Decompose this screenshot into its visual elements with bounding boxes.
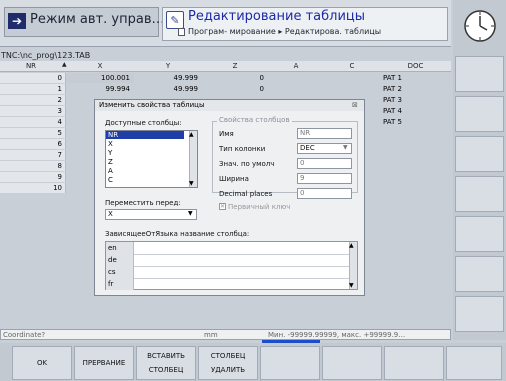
ok-button[interactable]: OK: [12, 346, 72, 380]
list-item[interactable]: C: [106, 176, 184, 184]
page-title: Редактирование таблицы: [188, 9, 366, 24]
move-before-label: Переместить перед:: [105, 199, 181, 207]
width-field[interactable]: 9: [297, 173, 352, 184]
name-label: Имя: [219, 130, 234, 138]
cell-z[interactable]: 0: [202, 84, 268, 94]
list-item[interactable]: A: [106, 167, 184, 175]
vertical-softkey-3[interactable]: [455, 136, 504, 172]
programming-mode-icon: ✎: [166, 11, 184, 29]
list-item[interactable]: Z: [106, 158, 184, 166]
insert-column-label-1: ВСТАВИТЬ: [147, 352, 185, 360]
language-row[interactable]: fr: [106, 278, 349, 290]
cell-nr: 1: [0, 84, 66, 94]
vertical-softkey-7[interactable]: [455, 296, 504, 332]
clock-icon: [464, 10, 496, 42]
cell-x[interactable]: 99.994: [66, 84, 134, 94]
available-columns-label: Доступные столбцы:: [105, 119, 182, 127]
cell-doc[interactable]: PAT 3: [380, 95, 451, 105]
column-header-doc[interactable]: DOC: [380, 62, 451, 70]
operating-mode-label: Режим авт. управ…: [30, 12, 165, 27]
column-header-nr[interactable]: NR: [0, 62, 62, 70]
default-value-field[interactable]: 0: [297, 158, 352, 169]
input-prompt: Coordinate?: [3, 331, 46, 339]
language-names-label: ЗависящееОтЯзыка название столбца:: [105, 230, 250, 238]
default-value-label: Знач. по умолч: [219, 160, 275, 168]
softkey-8[interactable]: [446, 346, 502, 380]
delete-column-label-2: УДАЛИТЬ: [210, 366, 246, 374]
table-row[interactable]: 0 100.001 49.999 0 PAT 1: [0, 73, 451, 83]
column-header-z[interactable]: Z: [202, 62, 268, 70]
scroll-down-icon[interactable]: ▼: [189, 180, 194, 187]
move-before-select[interactable]: X: [105, 209, 197, 220]
cell-y[interactable]: 49.999: [134, 73, 202, 83]
language-code: en: [106, 242, 134, 254]
cell-nr: 6: [0, 139, 66, 149]
cell-doc[interactable]: PAT 5: [380, 117, 451, 127]
list-scrollbar[interactable]: [189, 131, 197, 187]
list-item[interactable]: NR: [106, 131, 184, 139]
vertical-softkey-2[interactable]: [455, 96, 504, 132]
list-item[interactable]: X: [106, 140, 184, 148]
cell-nr: 0: [0, 73, 66, 83]
cell-nr: 5: [0, 128, 66, 138]
name-field[interactable]: NR: [297, 128, 352, 139]
decimal-places-label: Decimal places: [219, 190, 273, 198]
cell-doc[interactable]: PAT 2: [380, 84, 451, 94]
breadcrumb: Програм- мирование ▸ Редактирова. таблиц…: [188, 27, 382, 36]
softkey-6[interactable]: [322, 346, 382, 380]
column-header-c[interactable]: C: [324, 62, 380, 70]
column-properties-title: Свойства столбцов: [217, 116, 292, 124]
primary-key-label: Первичный ключ: [228, 203, 291, 211]
language-code: cs: [106, 266, 134, 278]
value-range-label: Мин. -99999.99999, макс. +99999.9…: [268, 331, 406, 339]
delete-column-button[interactable]: СТОЛБЕЦ УДАЛИТЬ: [198, 346, 258, 380]
cell-doc[interactable]: PAT 4: [380, 106, 451, 116]
vertical-softkey-4[interactable]: [455, 176, 504, 212]
column-header-a[interactable]: A: [268, 62, 324, 70]
abort-button[interactable]: ПРЕРВАНИЕ: [74, 346, 134, 380]
cell-z[interactable]: 0: [202, 73, 268, 83]
language-code: fr: [106, 278, 134, 290]
language-code: de: [106, 254, 134, 266]
list-item[interactable]: Y: [106, 149, 184, 157]
cell-nr: 9: [0, 172, 66, 182]
cell-nr: 2: [0, 95, 66, 105]
table-file-icon: [178, 28, 185, 36]
cell-nr: 8: [0, 161, 66, 171]
ok-label: OK: [36, 359, 48, 367]
column-type-label: Тип колонки: [219, 145, 266, 153]
unit-label: mm: [204, 331, 218, 339]
cell-x[interactable]: 100.001: [66, 73, 134, 83]
column-header-y[interactable]: Y: [134, 62, 202, 70]
vertical-softkey-1[interactable]: [455, 56, 504, 92]
column-header-x[interactable]: X: [66, 62, 134, 70]
insert-column-label-2: СТОЛБЕЦ: [148, 366, 184, 374]
vertical-softkey-6[interactable]: [455, 256, 504, 292]
program-run-icon: ➔: [8, 13, 26, 29]
close-icon[interactable]: ⊠: [352, 101, 358, 109]
width-label: Ширина: [219, 175, 249, 183]
cell-nr: 4: [0, 117, 66, 127]
scroll-up-icon[interactable]: ▲: [189, 131, 194, 138]
cell-nr: 10: [0, 183, 66, 193]
cell-y[interactable]: 49.999: [134, 84, 202, 94]
chevron-down-icon[interactable]: ▼: [343, 144, 348, 151]
softkey-5[interactable]: [260, 346, 320, 380]
cell-doc[interactable]: PAT 1: [380, 73, 451, 83]
chevron-down-icon[interactable]: ▼: [188, 210, 193, 217]
cell-nr: 7: [0, 150, 66, 160]
insert-column-button[interactable]: ВСТАВИТЬ СТОЛБЕЦ: [136, 346, 196, 380]
primary-key-checkbox[interactable]: ✕: [219, 203, 226, 210]
softkey-7[interactable]: [384, 346, 444, 380]
scroll-up-icon[interactable]: ▲: [349, 242, 354, 249]
dialog-title: Изменить свойства таблицы: [95, 100, 364, 111]
scroll-down-icon[interactable]: ▼: [349, 282, 354, 289]
abort-label: ПРЕРВАНИЕ: [82, 359, 126, 367]
cell-nr: 3: [0, 106, 66, 116]
decimal-places-field[interactable]: 0: [297, 188, 352, 199]
table-row[interactable]: 1 99.994 49.999 0 PAT 2: [0, 84, 451, 94]
vertical-softkey-5[interactable]: [455, 216, 504, 252]
delete-column-label-1: СТОЛБЕЦ: [210, 352, 246, 360]
file-path: TNC:\nc_prog\123.TAB: [1, 51, 91, 60]
